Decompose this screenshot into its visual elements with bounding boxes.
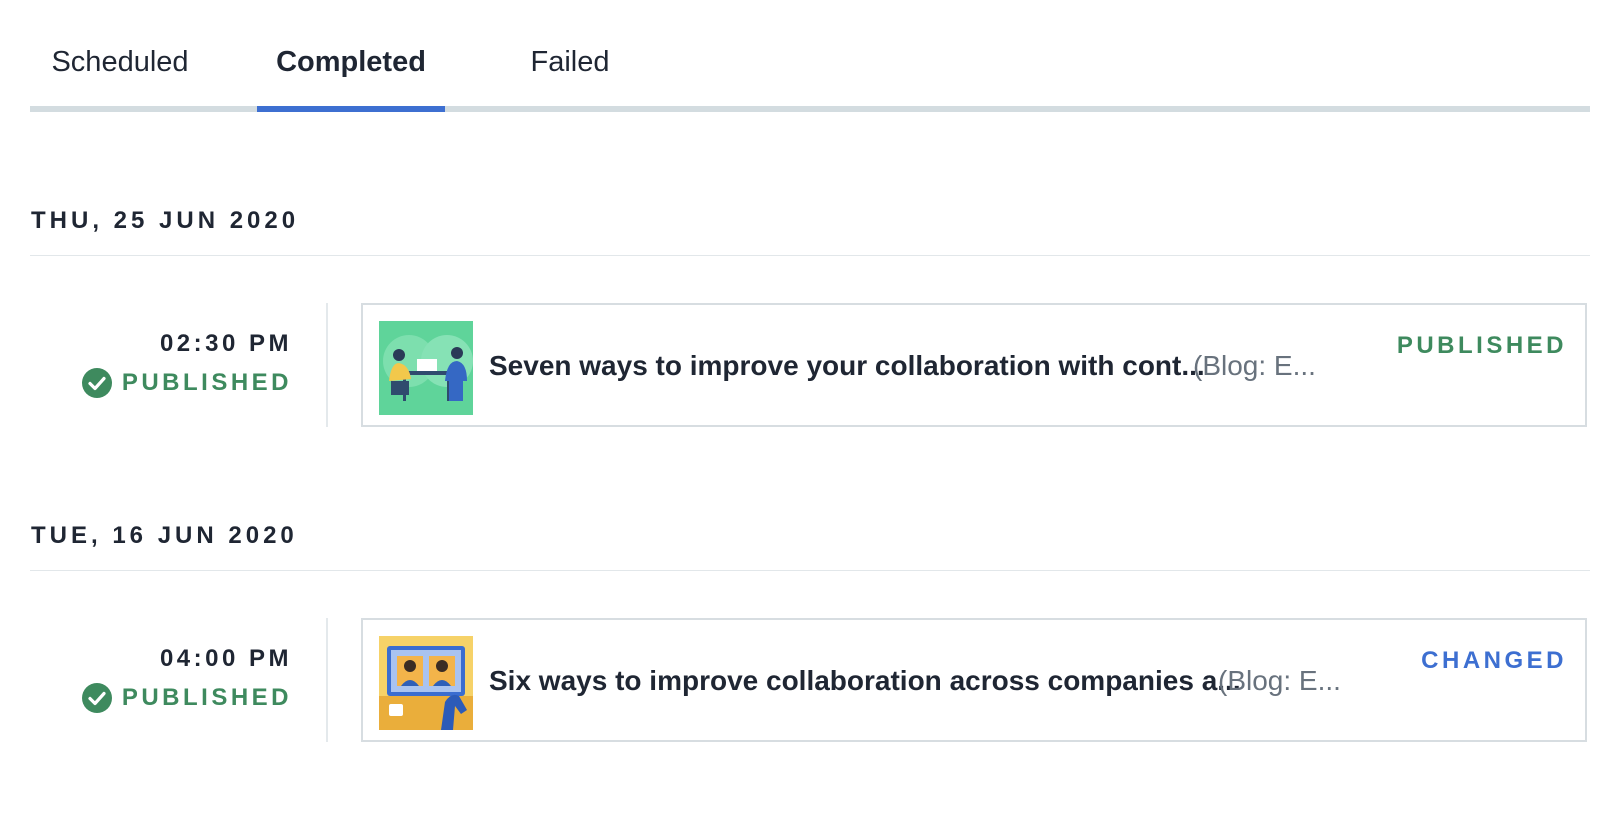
timeline-line — [326, 618, 328, 742]
date-divider — [30, 255, 1590, 256]
entry-thumbnail — [379, 321, 473, 415]
entry-status-badge: PUBLISHED — [1396, 332, 1567, 359]
entry-status-badge: CHANGED — [1421, 647, 1567, 674]
event-time-column: 02:30 PM PUBLISHED — [30, 329, 292, 399]
active-tab-indicator — [257, 106, 445, 112]
event-time: 04:00 PM — [159, 645, 292, 672]
date-heading: TUE, 16 JUN 2020 — [31, 522, 298, 549]
check-circle-icon — [81, 683, 112, 713]
event-status-label: PUBLISHED — [121, 369, 292, 396]
event-time: 02:30 PM — [159, 330, 292, 357]
entry-content-type: (Blog: E... — [1218, 665, 1341, 696]
date-heading: THU, 25 JUN 2020 — [31, 207, 300, 234]
event-status-label: PUBLISHED — [121, 684, 292, 711]
tab-failed[interactable]: Failed — [505, 42, 635, 82]
entry-thumbnail — [379, 636, 473, 730]
tab-bar: Scheduled Completed Failed — [30, 0, 1590, 116]
event-status: PUBLISHED — [30, 367, 292, 399]
entry-title: Six ways to improve collaboration across… — [489, 665, 1241, 696]
entry-card[interactable]: Seven ways to improve your collaboration… — [361, 303, 1587, 427]
check-circle-icon — [81, 368, 112, 398]
timeline-line — [326, 303, 328, 427]
entry-title: Seven ways to improve your collaboration… — [489, 350, 1205, 381]
tab-scheduled[interactable]: Scheduled — [30, 42, 210, 82]
entry-card[interactable]: Six ways to improve collaboration across… — [361, 618, 1587, 742]
tab-completed[interactable]: Completed — [257, 42, 445, 82]
entry-content-type: (Blog: E... — [1193, 350, 1316, 381]
event-time-column: 04:00 PM PUBLISHED — [30, 644, 292, 714]
date-divider — [30, 570, 1590, 571]
event-status: PUBLISHED — [30, 682, 292, 714]
